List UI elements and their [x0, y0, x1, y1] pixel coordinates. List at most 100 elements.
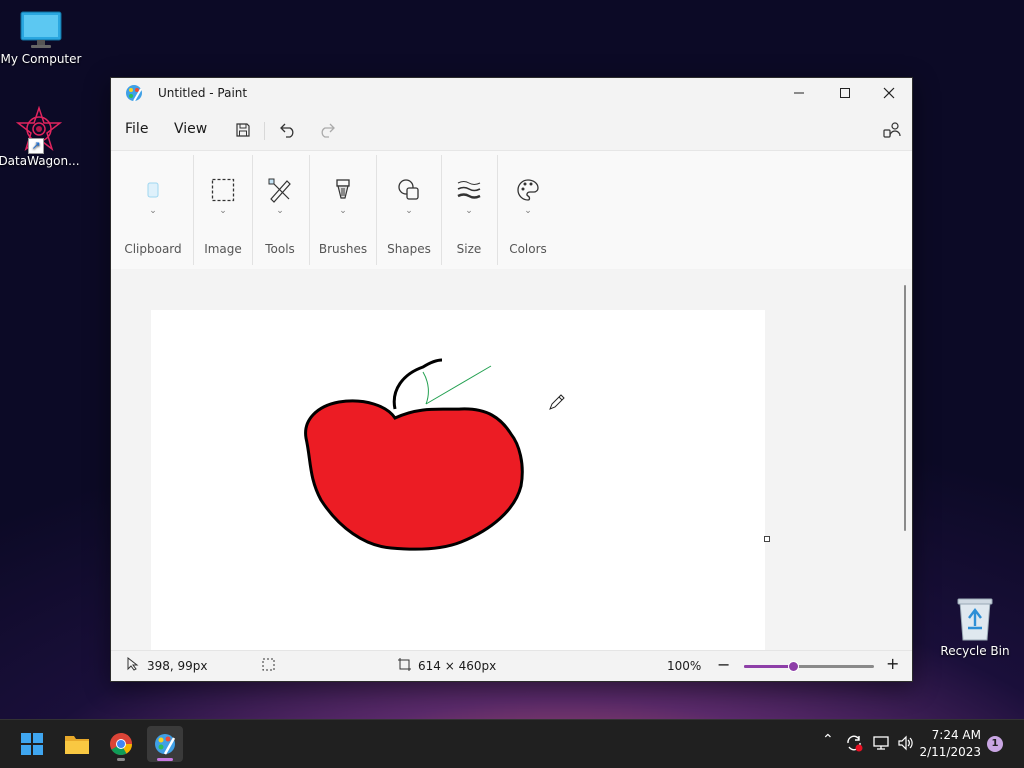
canvas-resize-handle[interactable] — [764, 536, 770, 542]
ribbon-divider — [441, 155, 442, 265]
ribbon-group-shapes[interactable]: ⌄ Shapes — [378, 151, 440, 269]
taskbar: ⌃ 7:24 AM 2/11/2023 1 — [0, 719, 1024, 768]
close-button[interactable] — [866, 78, 912, 108]
chevron-down-icon: ⌄ — [276, 206, 284, 216]
menu-bar: File View — [111, 111, 912, 147]
zoom-level[interactable]: 100% — [667, 659, 701, 673]
drawing-canvas[interactable] — [151, 310, 765, 651]
chevron-down-icon: ⌄ — [405, 206, 413, 216]
vertical-scrollbar[interactable] — [898, 269, 912, 651]
title-bar[interactable]: Untitled - Paint — [111, 78, 912, 108]
minimize-button[interactable] — [776, 78, 822, 108]
chevron-down-icon: ⌄ — [524, 206, 532, 216]
taskbar-paint[interactable] — [147, 726, 183, 762]
undo-button[interactable] — [276, 119, 300, 141]
ribbon-label: Colors — [509, 242, 547, 256]
sync-icon[interactable] — [845, 734, 863, 756]
ribbon-divider — [252, 155, 253, 265]
brush-icon — [329, 176, 357, 204]
paint-window: Untitled - Paint File View ⌄ Clipboard ⌄… — [110, 77, 913, 682]
notification-badge[interactable]: 1 — [987, 736, 1003, 752]
zoom-slider-fill — [744, 665, 794, 668]
ribbon-divider — [497, 155, 498, 265]
selection-icon — [209, 176, 237, 204]
zoom-slider[interactable] — [744, 661, 874, 672]
chrome-icon — [110, 733, 132, 755]
settings-button[interactable] — [880, 119, 904, 141]
undo-icon — [280, 123, 294, 138]
chevron-down-icon: ⌄ — [149, 206, 157, 216]
ribbon-label: Shapes — [387, 242, 431, 256]
desktop-icon-my-computer[interactable]: My Computer — [0, 10, 82, 66]
redo-button[interactable] — [315, 119, 339, 141]
clock-time: 7:24 AM — [931, 728, 981, 742]
ribbon-label: Tools — [265, 242, 295, 256]
clock-date: 2/11/2023 — [919, 745, 981, 759]
desktop-icon-datawagon[interactable]: ↗ DataWagon... — [0, 105, 80, 168]
desktop-icon-recycle-bin[interactable]: Recycle Bin — [934, 596, 1016, 658]
ribbon-divider — [309, 155, 310, 265]
cursor-position: 398, 99px — [147, 659, 208, 673]
clock[interactable]: 7:24 AM 2/11/2023 — [919, 727, 981, 761]
start-icon — [21, 733, 43, 755]
maximize-icon — [840, 88, 850, 98]
paint-icon — [155, 734, 176, 755]
ribbon-label: Clipboard — [124, 242, 182, 256]
paint-app-icon — [125, 84, 143, 106]
redo-icon — [321, 123, 335, 138]
selection-size-icon — [262, 658, 275, 674]
cursor-icon — [127, 656, 139, 674]
tools-icon — [266, 176, 294, 204]
chevron-down-icon: ⌄ — [465, 206, 473, 216]
window-title: Untitled - Paint — [158, 86, 248, 100]
ribbon-group-size[interactable]: ⌄ Size — [443, 151, 495, 269]
canvas-size: 614 × 460px — [418, 659, 497, 673]
chevron-down-icon: ⌄ — [339, 206, 347, 216]
ribbon-group-image[interactable]: ⌄ Image — [195, 151, 251, 269]
network-icon[interactable] — [872, 734, 890, 756]
palette-icon — [514, 176, 542, 204]
ribbon-group-tools[interactable]: ⌄ Tools — [254, 151, 306, 269]
maximize-button[interactable] — [822, 78, 868, 108]
ribbon: ⌄ Clipboard ⌄ Image ⌄ Tools ⌄ Brushes ⌄ … — [111, 150, 912, 270]
account-settings-icon — [883, 122, 901, 138]
shapes-icon — [395, 176, 423, 204]
ribbon-group-colors[interactable]: ⌄ Colors — [499, 151, 557, 269]
taskbar-file-explorer[interactable] — [59, 726, 95, 762]
start-button[interactable] — [14, 726, 50, 762]
zoom-out-button[interactable]: − — [717, 655, 730, 674]
zoom-in-button[interactable]: + — [886, 654, 899, 673]
minimize-icon — [794, 92, 804, 94]
datawagon-shortcut-icon: ↗ — [15, 105, 63, 154]
desktop-icon-label: My Computer — [0, 52, 82, 66]
canvas-area[interactable] — [111, 269, 898, 651]
canvas-size-icon — [398, 658, 411, 674]
ribbon-label: Size — [456, 242, 482, 256]
apple-body — [304, 399, 524, 551]
recycle-bin-icon — [955, 596, 995, 642]
menu-view[interactable]: View — [174, 121, 207, 137]
active-indicator — [157, 758, 173, 761]
volume-icon[interactable] — [897, 734, 915, 756]
chevron-up-icon[interactable]: ⌃ — [822, 732, 834, 748]
menu-file[interactable]: File — [125, 121, 148, 137]
ribbon-label: Brushes — [318, 242, 368, 256]
chevron-down-icon: ⌄ — [219, 206, 227, 216]
pencil-cursor-icon — [548, 393, 566, 415]
taskbar-chrome[interactable] — [103, 726, 139, 762]
scrollbar-thumb[interactable] — [904, 285, 906, 531]
close-icon — [883, 87, 895, 99]
running-indicator — [117, 758, 125, 761]
size-icon — [455, 176, 483, 204]
ribbon-group-clipboard[interactable]: ⌄ Clipboard — [120, 151, 186, 269]
ribbon-group-brushes[interactable]: ⌄ Brushes — [311, 151, 375, 269]
zoom-slider-knob[interactable] — [788, 661, 800, 672]
status-bar: 398, 99px 614 × 460px 100% − + — [111, 650, 912, 681]
ribbon-label: Image — [204, 242, 242, 256]
desktop-icon-label: DataWagon... — [0, 154, 80, 168]
clipboard-icon — [139, 176, 167, 204]
apple-drawing — [304, 358, 524, 551]
save-button[interactable] — [231, 119, 255, 141]
file-explorer-icon — [65, 736, 89, 754]
ribbon-divider — [193, 155, 194, 265]
